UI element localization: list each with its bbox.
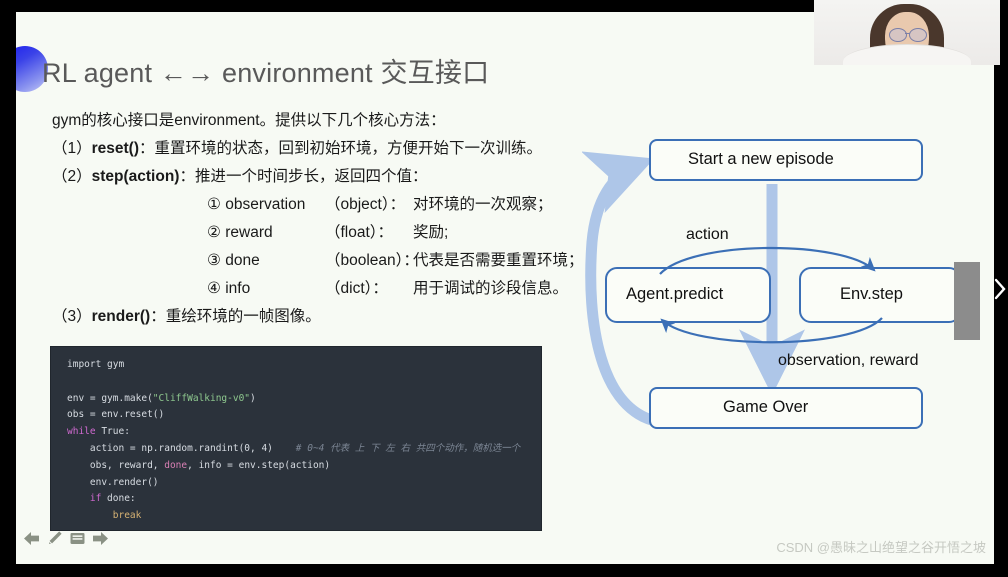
arrow-right-icon[interactable] (91, 529, 110, 548)
code-token: , info = env.step(action) (187, 459, 331, 471)
code-token: action = np.random.randint(0, 4) (67, 442, 273, 454)
code-token: env.render() (67, 476, 159, 488)
watermark: CSDN @愚昧之山绝望之谷开悟之坡 (776, 540, 986, 555)
diagram-edge-label-action: action (686, 226, 729, 243)
code-token: True: (95, 426, 130, 438)
code-token: obs, reward, (67, 459, 165, 471)
code-token: break (67, 510, 142, 522)
method-sep: ： (150, 308, 166, 325)
method-sep: ： (139, 140, 155, 157)
code-line: while True: (67, 424, 541, 441)
return-type: （dict）： (325, 280, 388, 297)
webcam-video[interactable] (814, 0, 1000, 65)
code-token: done: (101, 493, 136, 505)
code-line: break (67, 508, 541, 525)
return-row-observation: ① observation （object）： 对环境的一次观察； (52, 191, 612, 219)
rl-loop-diagram: Start a new episode Agent.predict Env.st… (582, 122, 982, 462)
return-mark: ③ (207, 252, 221, 269)
code-token: env = gym.make( (67, 392, 153, 404)
return-type: （boolean）： (325, 252, 419, 269)
method-desc: 推进一个时间步长，返回四个值： (194, 168, 428, 185)
return-key: done (225, 252, 260, 269)
return-key: observation (225, 196, 306, 213)
return-row-info: ④ info （dict）： 用于调试的诊段信息。 (52, 275, 612, 303)
return-key: info (225, 280, 251, 297)
method-row-reset: （1）reset()：重置环境的状态，回到初始环境，方便开始下一次训练。 (52, 135, 612, 163)
slide-toolbar[interactable] (22, 529, 110, 548)
return-mark: ① (207, 196, 221, 213)
code-token: while (67, 426, 96, 438)
page-title: RL agent ←→ environment 交互接口 (42, 58, 490, 88)
method-row-step: （2）step(action)：推进一个时间步长，返回四个值： (52, 163, 612, 191)
webcam-glasses-right (909, 28, 927, 42)
code-token: # 0~4 代表 上 下 左 右 共四个动作，随机选一个 (272, 442, 521, 454)
diagram-edge-label-observation-reward: observation, reward (778, 352, 919, 369)
code-line: action = np.random.randint(0, 4) # 0~4 代… (67, 441, 541, 458)
method-number: （2） (52, 168, 92, 185)
webcam-glasses-bridge (905, 33, 910, 35)
return-desc: 代表是否需要重置环境； (413, 252, 584, 269)
method-name: render() (91, 308, 151, 325)
return-row-reward: ② reward （float）： 奖励; (52, 219, 612, 247)
code-token: import gym (67, 359, 125, 370)
return-type: （float）： (325, 224, 394, 241)
slide-body: gym的核心接口是environment。提供以下几个核心方法： （1）rese… (52, 107, 612, 331)
diagram-box-agent-predict: Agent.predict (626, 285, 724, 303)
return-type: （object）： (325, 196, 406, 213)
return-name: ④ info (207, 275, 325, 303)
code-line: env = gym.make("CliffWalking-v0") (67, 391, 541, 408)
webcam-glasses-left (889, 28, 907, 42)
code-token: done (164, 459, 188, 471)
return-name: ② reward (207, 219, 325, 247)
code-line: env.render() (67, 475, 541, 492)
code-line: obs = env.reset() (67, 407, 541, 424)
code-token: "CliffWalking-v0" (152, 392, 251, 404)
return-mark: ④ (207, 280, 221, 297)
pen-icon[interactable] (45, 529, 64, 548)
method-desc: 重绘环境的一帧图像。 (165, 308, 321, 325)
code-line: obs, reward, done, info = env.step(actio… (67, 458, 541, 475)
return-desc: 奖励; (413, 224, 449, 241)
code-token: obs = env.reset() (67, 409, 165, 421)
code-line: import gym (67, 357, 541, 374)
panel-tab[interactable] (954, 262, 980, 340)
method-desc: 重置环境的状态，回到初始环境，方便开始下一次训练。 (154, 140, 543, 157)
return-row-done: ③ done （boolean）：代表是否需要重置环境； (52, 247, 612, 275)
note-icon[interactable] (68, 529, 87, 548)
method-name: step(action) (91, 168, 180, 185)
return-key: reward (225, 224, 273, 241)
code-line: if done: (67, 491, 541, 508)
slide-canvas: RL agent ←→ environment 交互接口 gym的核心接口是en… (16, 12, 994, 564)
return-desc: 对环境的一次观察； (413, 196, 553, 213)
diagram-box-start: Start a new episode (688, 150, 834, 168)
method-row-render: （3）render()：重绘环境的一帧图像。 (52, 303, 612, 331)
chevron-right-icon[interactable] (992, 262, 1008, 316)
code-block: import gym env = gym.make("CliffWalking-… (50, 346, 542, 531)
diagram-box-game-over: Game Over (723, 398, 809, 416)
return-name: ③ done (207, 247, 325, 275)
return-mark: ② (207, 224, 221, 241)
code-token: ) (250, 392, 256, 404)
arrow-left-icon[interactable] (22, 529, 41, 548)
diagram-box-env-step: Env.step (840, 285, 903, 303)
method-number: （3） (52, 308, 92, 325)
method-sep: ： (179, 168, 195, 185)
intro-line: gym的核心接口是environment。提供以下几个核心方法： (52, 112, 446, 129)
return-name: ① observation (207, 191, 325, 219)
code-token: if (67, 493, 102, 505)
method-name: reset() (91, 140, 140, 157)
return-desc: 用于调试的诊段信息。 (413, 280, 569, 297)
method-number: （1） (52, 140, 92, 157)
